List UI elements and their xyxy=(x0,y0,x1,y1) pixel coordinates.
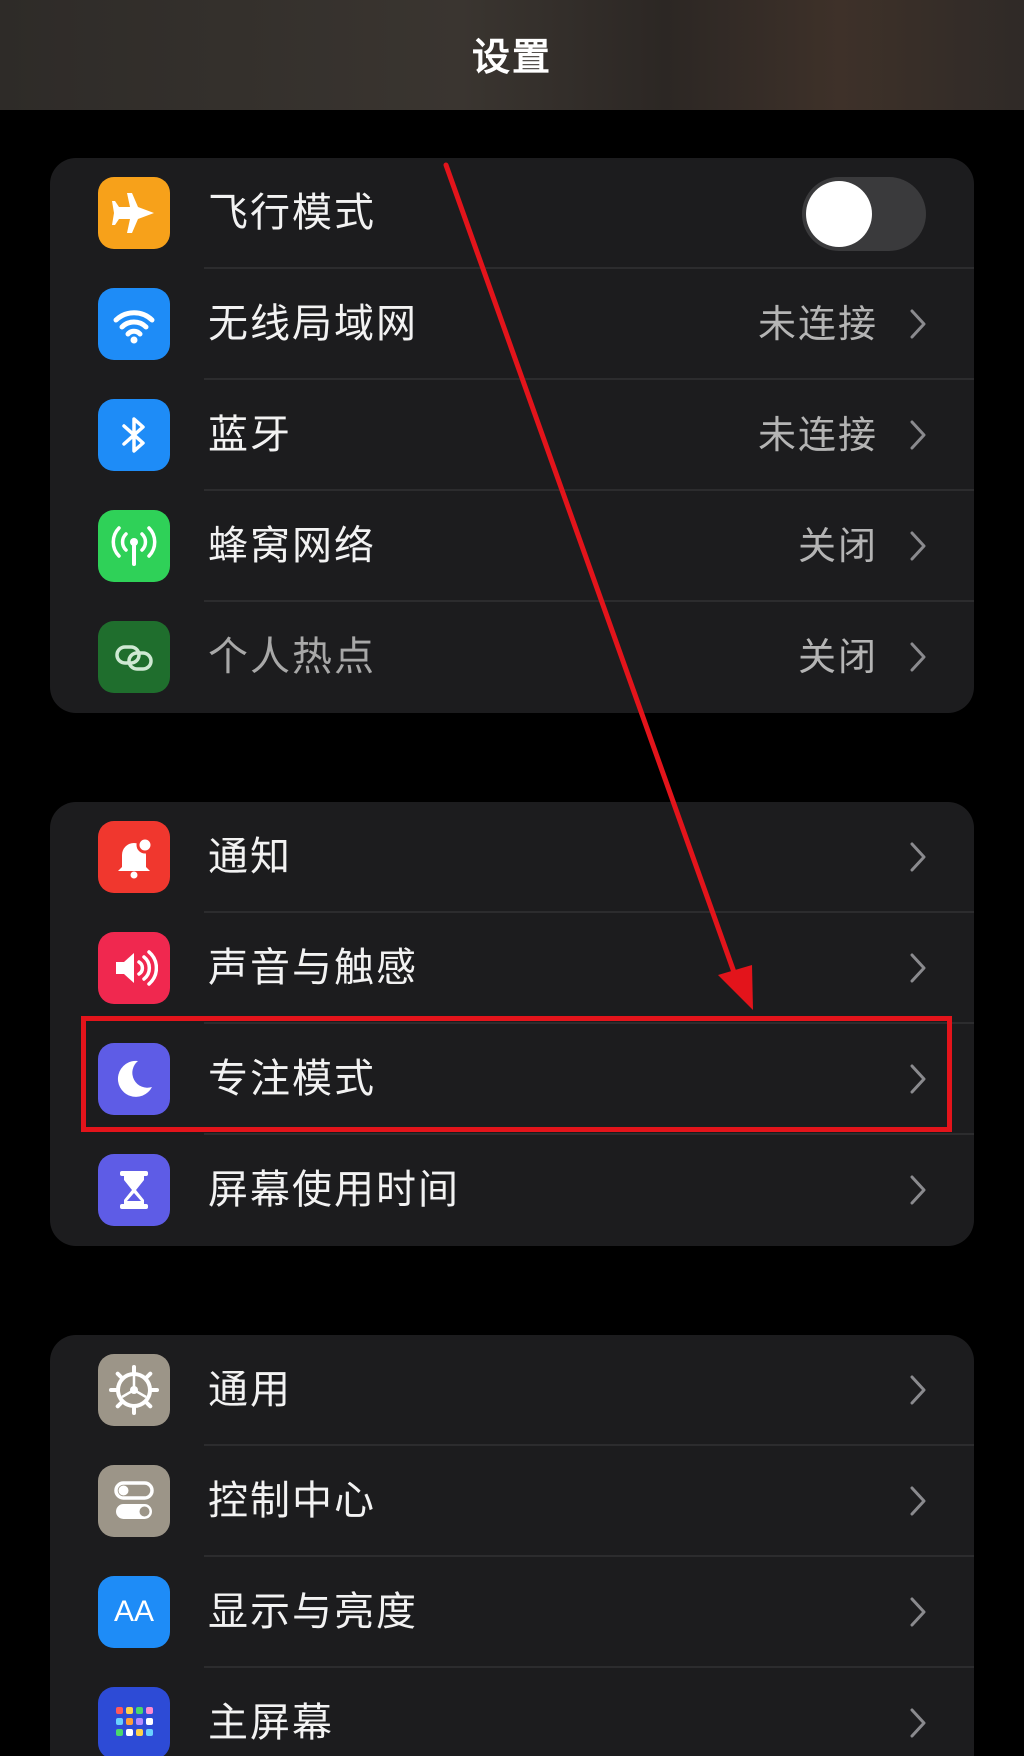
page-title: 设置 xyxy=(471,35,552,79)
row-control-center[interactable]: 控制中心 xyxy=(50,1446,974,1557)
general-label: 通用 xyxy=(208,1367,292,1413)
home-screen-label: 主屏幕 xyxy=(208,1700,334,1746)
sounds-haptics-label: 声音与触感 xyxy=(208,945,418,991)
app-grid-icon xyxy=(98,1687,170,1756)
chevron-right-icon xyxy=(910,642,926,672)
settings-group-general: 通用 控制中心 AA 显示与亮度 主屏幕 xyxy=(50,1335,974,1756)
chevron-right-icon xyxy=(910,1175,926,1205)
gear-icon xyxy=(98,1354,170,1426)
row-display-brightness[interactable]: AA 显示与亮度 xyxy=(50,1557,974,1668)
row-home-screen[interactable]: 主屏幕 xyxy=(50,1668,974,1756)
aa-text-icon: AA xyxy=(98,1576,170,1648)
chevron-right-icon xyxy=(910,420,926,450)
row-general[interactable]: 通用 xyxy=(50,1335,974,1446)
personal-hotspot-status: 关闭 xyxy=(797,635,878,679)
aa-icon-glyph: AA xyxy=(113,1595,155,1628)
row-notifications[interactable]: 通知 xyxy=(50,802,974,913)
wifi-label: 无线局域网 xyxy=(208,301,418,347)
personal-hotspot-label: 个人热点 xyxy=(208,634,376,680)
speaker-icon xyxy=(98,932,170,1004)
airplane-icon xyxy=(98,177,170,249)
notifications-label: 通知 xyxy=(208,834,292,880)
chevron-right-icon xyxy=(910,1486,926,1516)
navigation-bar: 设置 xyxy=(0,0,1024,110)
row-airplane-mode[interactable]: 飞行模式 xyxy=(50,158,974,269)
row-screen-time[interactable]: 屏幕使用时间 xyxy=(50,1135,974,1246)
chevron-right-icon xyxy=(910,1375,926,1405)
hourglass-icon xyxy=(98,1154,170,1226)
display-brightness-label: 显示与亮度 xyxy=(208,1589,418,1635)
cellular-label: 蜂窝网络 xyxy=(208,523,376,569)
bell-icon xyxy=(98,821,170,893)
row-bluetooth[interactable]: 蓝牙 未连接 xyxy=(50,380,974,491)
chevron-right-icon xyxy=(910,842,926,872)
row-cellular[interactable]: 蜂窝网络 关闭 xyxy=(50,491,974,602)
chevron-right-icon xyxy=(910,309,926,339)
switches-icon xyxy=(98,1465,170,1537)
toggle-knob xyxy=(806,181,872,247)
chevron-right-icon xyxy=(910,1597,926,1627)
screen-time-label: 屏幕使用时间 xyxy=(208,1167,460,1213)
chevron-right-icon xyxy=(910,953,926,983)
bluetooth-icon xyxy=(98,399,170,471)
row-personal-hotspot[interactable]: 个人热点 关闭 xyxy=(50,602,974,713)
bluetooth-label: 蓝牙 xyxy=(208,412,292,458)
chevron-right-icon xyxy=(910,1708,926,1738)
bluetooth-status: 未连接 xyxy=(757,413,878,457)
hotspot-chain-icon xyxy=(98,621,170,693)
cellular-status: 关闭 xyxy=(797,524,878,568)
airplane-mode-toggle[interactable] xyxy=(802,177,926,251)
cellular-antenna-icon xyxy=(98,510,170,582)
row-sounds-haptics[interactable]: 声音与触感 xyxy=(50,913,974,1024)
chevron-right-icon xyxy=(910,531,926,561)
wifi-status: 未连接 xyxy=(757,302,878,346)
row-wifi[interactable]: 无线局域网 未连接 xyxy=(50,269,974,380)
airplane-mode-label: 飞行模式 xyxy=(208,190,376,236)
annotation-highlight-box xyxy=(81,1016,952,1132)
settings-group-connectivity: 飞行模式 无线局域网 未连接 蓝牙 未连接 蜂窝网络 关闭 个人热点 关闭 xyxy=(50,158,974,713)
control-center-label: 控制中心 xyxy=(208,1478,376,1524)
wifi-icon xyxy=(98,288,170,360)
